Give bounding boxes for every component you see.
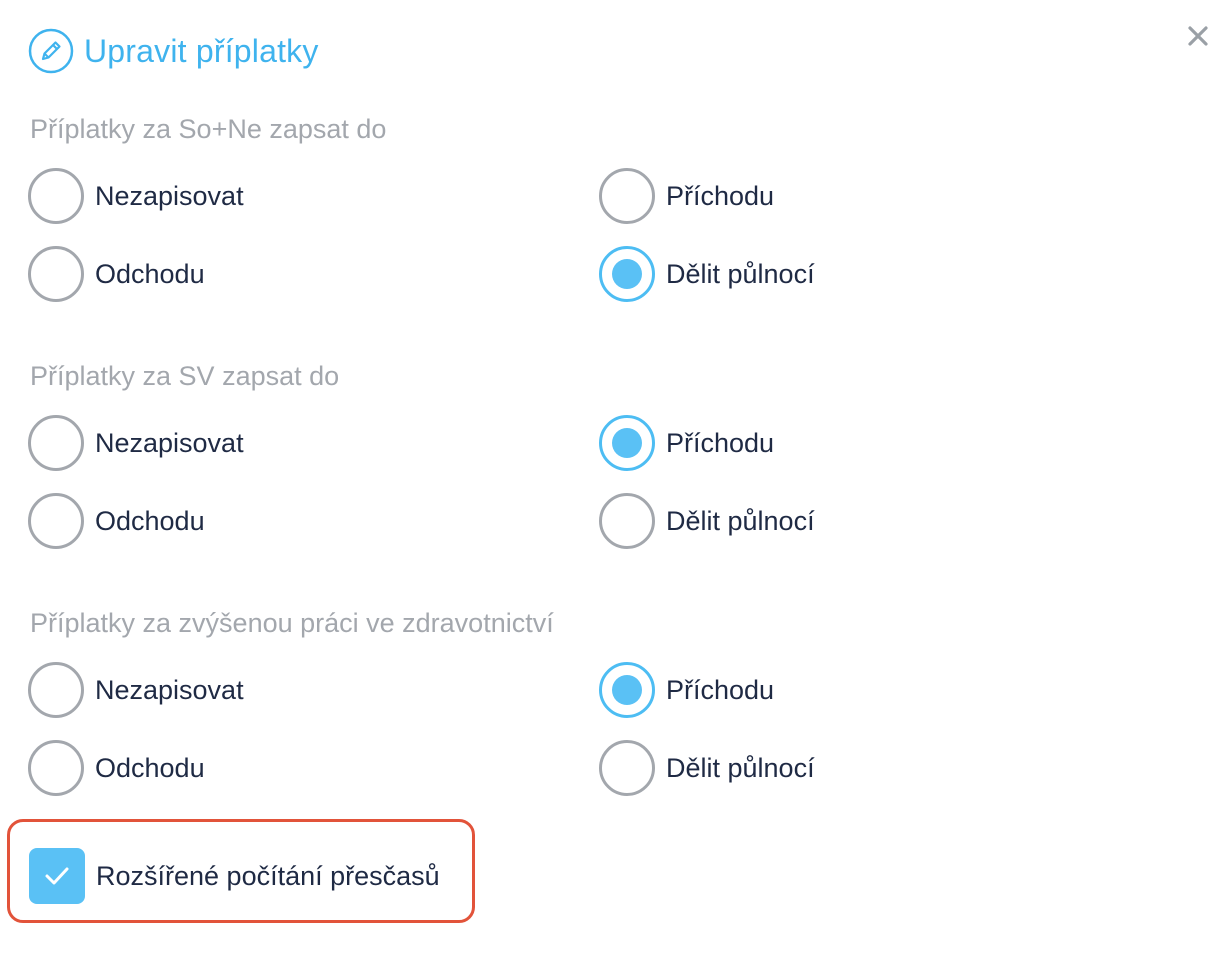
radio-button[interactable] <box>599 493 655 549</box>
option-label: Dělit půlnocí <box>666 505 815 536</box>
radio-button[interactable] <box>28 662 84 718</box>
sv-group-label: Příplatky za SV zapsat do <box>30 361 340 391</box>
option-label: Odchodu <box>95 258 205 289</box>
close-button[interactable] <box>1184 22 1212 50</box>
so-ne-option-delit[interactable]: Dělit půlnocí <box>599 245 815 303</box>
healthcare-option-delit[interactable]: Dělit půlnocí <box>599 739 815 797</box>
so-ne-option-nezapisovat[interactable]: Nezapisovat <box>28 167 244 225</box>
option-label: Dělit půlnocí <box>666 752 815 783</box>
radio-button[interactable] <box>28 415 84 471</box>
pencil-circle-icon <box>28 28 74 74</box>
option-label: Nezapisovat <box>95 180 244 211</box>
edit-surcharges-dialog: Upravit příplatky Příplatky za So+Ne zap… <box>0 0 1230 956</box>
extended-overtime-label: Rozšířené počítání přesčasů <box>96 860 440 891</box>
radio-button[interactable] <box>599 168 655 224</box>
so-ne-group-label: Příplatky za So+Ne zapsat do <box>30 114 387 144</box>
so-ne-option-odchodu[interactable]: Odchodu <box>28 245 205 303</box>
radio-button-selected[interactable] <box>599 246 655 302</box>
sv-option-odchodu[interactable]: Odchodu <box>28 492 205 550</box>
radio-button[interactable] <box>599 740 655 796</box>
so-ne-option-prichodu[interactable]: Příchodu <box>599 167 774 225</box>
radio-button[interactable] <box>28 493 84 549</box>
option-label: Příchodu <box>666 674 775 705</box>
radio-button[interactable] <box>28 246 84 302</box>
radio-button[interactable] <box>28 168 84 224</box>
option-label: Příchodu <box>666 427 775 458</box>
checkmark-icon <box>45 867 69 885</box>
radio-button[interactable] <box>28 740 84 796</box>
sv-option-nezapisovat[interactable]: Nezapisovat <box>28 414 244 472</box>
healthcare-group-label: Příplatky za zvýšenou práci ve zdravotni… <box>30 608 554 638</box>
option-label: Odchodu <box>95 505 205 536</box>
close-icon <box>1188 26 1208 46</box>
healthcare-option-prichodu[interactable]: Příchodu <box>599 661 774 719</box>
radio-button-selected[interactable] <box>599 415 655 471</box>
extended-overtime-checkbox-row[interactable]: Rozšířené počítání přesčasů <box>29 848 440 904</box>
healthcare-option-nezapisovat[interactable]: Nezapisovat <box>28 661 244 719</box>
option-label: Odchodu <box>95 752 205 783</box>
option-label: Nezapisovat <box>95 674 244 705</box>
healthcare-option-odchodu[interactable]: Odchodu <box>28 739 205 797</box>
radio-button-selected[interactable] <box>599 662 655 718</box>
extended-overtime-checkbox[interactable] <box>29 848 85 904</box>
option-label: Nezapisovat <box>95 427 244 458</box>
sv-option-prichodu[interactable]: Příchodu <box>599 414 774 472</box>
option-label: Příchodu <box>666 180 775 211</box>
dialog-header: Upravit příplatky <box>28 28 319 74</box>
dialog-title: Upravit příplatky <box>84 32 319 69</box>
sv-option-delit[interactable]: Dělit půlnocí <box>599 492 815 550</box>
option-label: Dělit půlnocí <box>666 258 815 289</box>
